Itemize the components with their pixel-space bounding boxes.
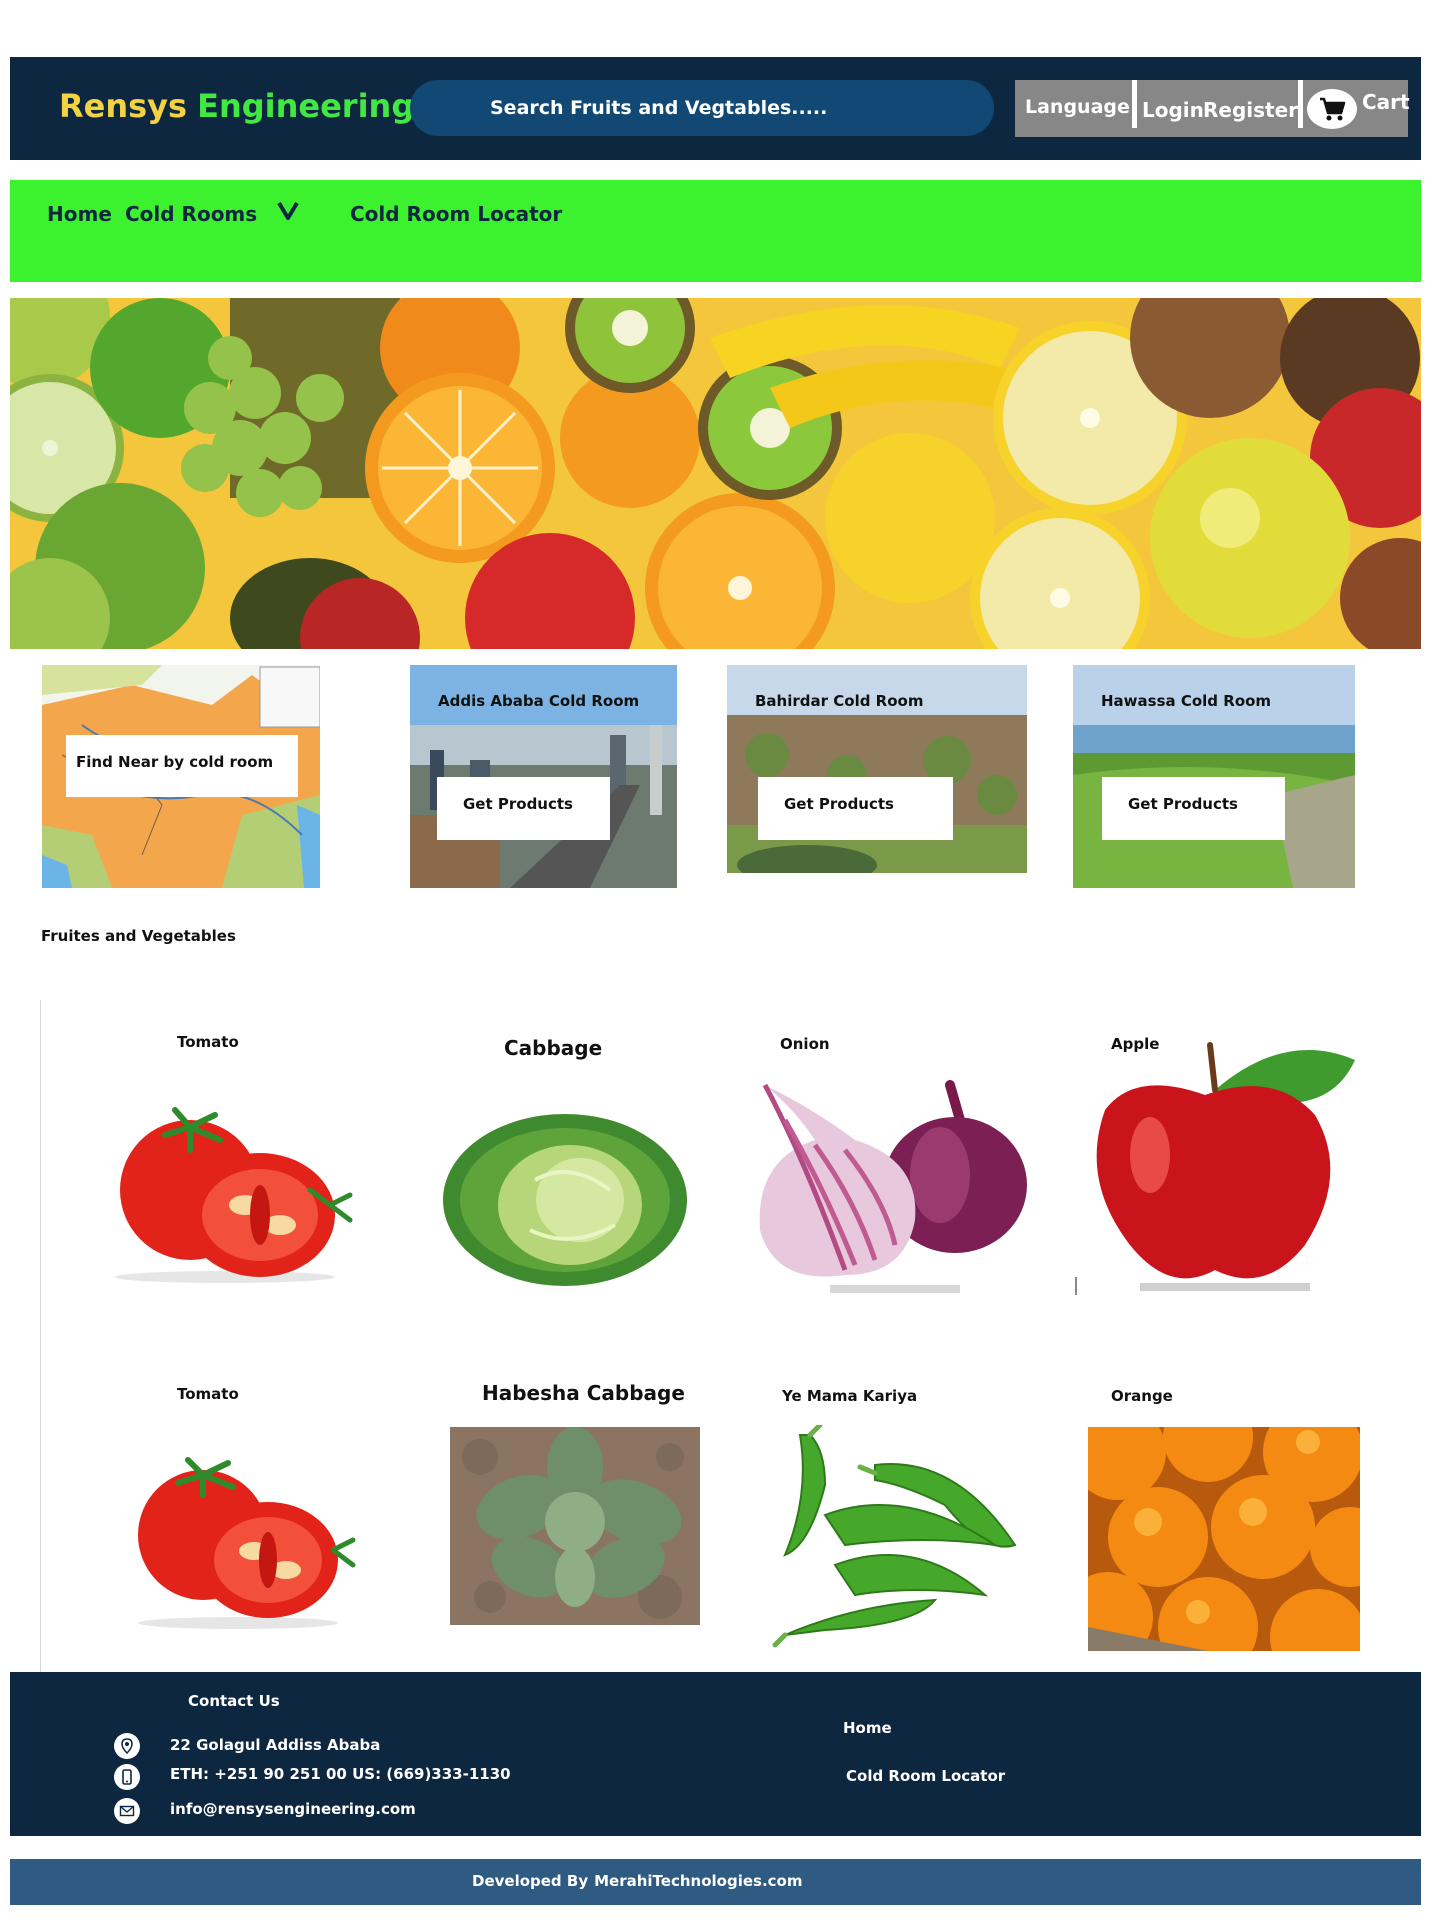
- nav-cold-rooms[interactable]: Cold Rooms: [125, 202, 257, 226]
- divider: [40, 1000, 41, 1672]
- register-button[interactable]: Register: [1203, 98, 1298, 122]
- location-pin-icon: [114, 1733, 140, 1759]
- email-link[interactable]: info@rensysengineering.com: [170, 1800, 416, 1818]
- phone-icon: [114, 1764, 140, 1790]
- product-image-cabbage[interactable]: [440, 1100, 690, 1295]
- product-name: Habesha Cabbage: [482, 1381, 685, 1405]
- product-name: Tomato: [177, 1385, 239, 1403]
- product-name: Tomato: [177, 1033, 239, 1051]
- product-name: Orange: [1111, 1387, 1173, 1405]
- developer-link[interactable]: MerahiTechnologies.com: [594, 1872, 802, 1890]
- brand-name-part1: Rensys: [59, 87, 188, 125]
- get-products-button[interactable]: Get Products: [1102, 777, 1285, 840]
- brand-name-part2: Engineering: [197, 87, 415, 125]
- product-image-apple[interactable]: [1075, 1015, 1360, 1305]
- cart-icon[interactable]: [1307, 89, 1357, 129]
- site-header: Rensys Engineering Search Fruits and Vegt…: [10, 57, 1421, 160]
- phone-text: ETH: +251 90 251 00 US: (669)333-1130: [170, 1765, 511, 1783]
- locator-card[interactable]: Find Near by cold room: [42, 665, 320, 888]
- contact-title: Contact Us: [188, 1692, 280, 1710]
- product-image-habesha-cabbage[interactable]: [450, 1427, 700, 1625]
- get-products-button[interactable]: Get Products: [437, 777, 610, 840]
- nav-home[interactable]: Home: [47, 202, 112, 226]
- divider: [1298, 80, 1303, 128]
- search-input[interactable]: Search Fruits and Vegtables.....: [410, 80, 994, 136]
- get-products-button[interactable]: Get Products: [758, 777, 953, 840]
- product-image-onion[interactable]: [755, 1080, 1030, 1300]
- mail-icon: [114, 1798, 140, 1824]
- main-nav: Home Cold Rooms Cold Room Locator: [10, 180, 1421, 282]
- product-image-tomato[interactable]: [95, 1105, 355, 1285]
- login-button[interactable]: Login: [1142, 98, 1204, 122]
- cold-room-title: Hawassa Cold Room: [1101, 692, 1272, 710]
- language-button[interactable]: Language: [1025, 96, 1130, 118]
- cold-room-card-bahirdar: Bahirdar Cold Room Get Products: [727, 665, 1027, 888]
- footer-link-home[interactable]: Home: [843, 1719, 892, 1737]
- brand-logo[interactable]: Rensys Engineering: [59, 87, 414, 125]
- cold-room-title: Addis Ababa Cold Room: [438, 692, 640, 710]
- nav-cold-room-locator[interactable]: Cold Room Locator: [350, 202, 562, 226]
- product-name: Ye Mama Kariya: [782, 1387, 918, 1405]
- footer-link-cold-room-locator[interactable]: Cold Room Locator: [846, 1767, 1005, 1785]
- cold-room-card-addis: Addis Ababa Cold Room Get Products: [410, 665, 677, 888]
- divider: [1132, 80, 1137, 128]
- product-name: Cabbage: [504, 1036, 603, 1060]
- cold-room-card-hawassa: Hawassa Cold Room Get Products: [1073, 665, 1355, 888]
- developer-credit: Developed By MerahiTechnologies.com: [472, 1872, 802, 1890]
- product-image-green-chili-peppers[interactable]: [765, 1422, 1035, 1650]
- address-text: 22 Golagul Addiss Ababa: [170, 1736, 381, 1754]
- hero-banner: [10, 298, 1421, 649]
- header-actions: Language Login Register Cart: [1015, 80, 1410, 137]
- fruit-banner-image: [10, 298, 1421, 649]
- product-name: Onion: [780, 1035, 830, 1053]
- chevron-down-icon[interactable]: [276, 200, 300, 226]
- developer-prefix: Developed By: [472, 1872, 589, 1890]
- site-footer: Contact Us 22 Golagul Addiss Ababa ETH: …: [10, 1672, 1421, 1836]
- section-title: Fruites and Vegetables: [41, 927, 236, 945]
- developer-bar: Developed By MerahiTechnologies.com: [10, 1859, 1421, 1905]
- cold-room-title: Bahirdar Cold Room: [755, 692, 924, 710]
- product-image-tomato[interactable]: [118, 1455, 358, 1630]
- find-near-button[interactable]: Find Near by cold room: [66, 735, 298, 797]
- product-image-oranges[interactable]: [1088, 1427, 1360, 1651]
- cart-link[interactable]: Cart: [1362, 90, 1410, 114]
